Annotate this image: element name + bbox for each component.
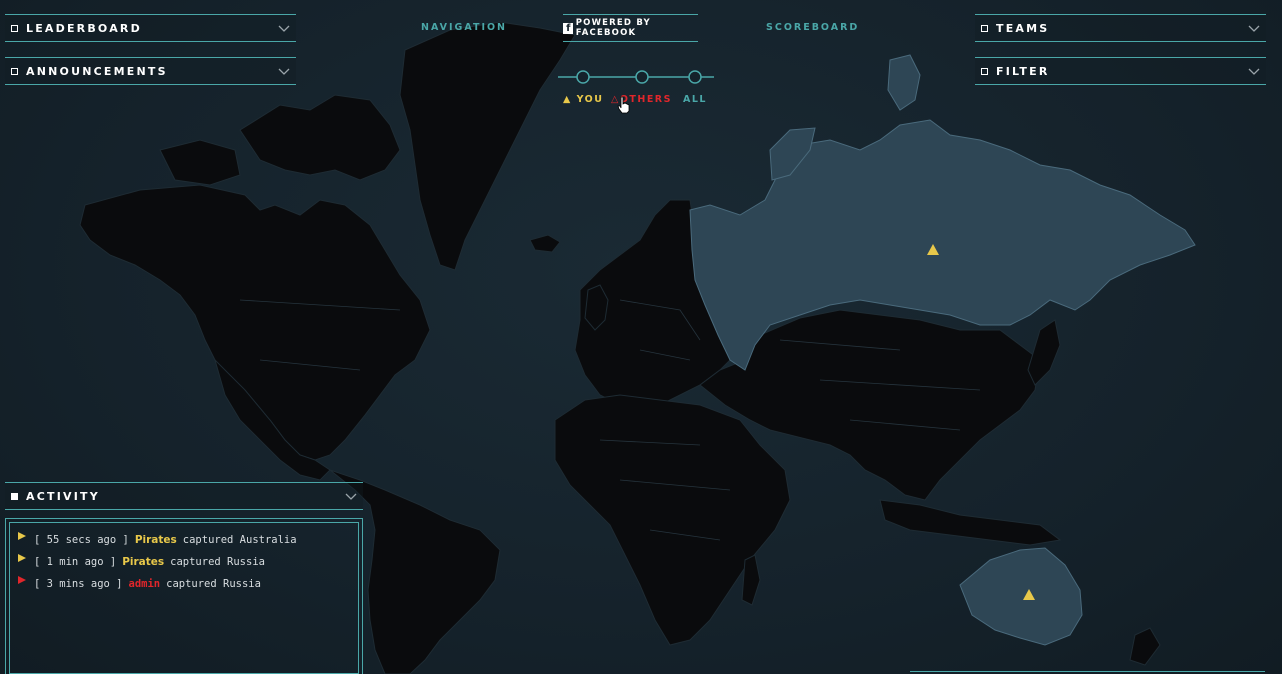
activity-entry: [ 1 min ago ] Pirates captured Russia: [18, 551, 350, 573]
activity-action: captured Australia: [182, 534, 297, 546]
region-iceland[interactable]: [529, 234, 561, 253]
chevron-down-icon[interactable]: [278, 65, 290, 77]
chevron-down-icon[interactable]: [278, 22, 290, 34]
triangle-icon[interactable]: [1023, 589, 1035, 600]
hand-cursor-icon: [617, 96, 630, 114]
teams-panel-header[interactable]: TEAMS: [975, 14, 1266, 42]
region-indonesia[interactable]: [879, 499, 1062, 546]
teams-label: TEAMS: [996, 21, 1050, 35]
activity-list[interactable]: [ 55 secs ago ] Pirates captured Austral…: [9, 522, 359, 674]
leaderboard-panel-header[interactable]: LEADERBOARD: [5, 14, 296, 42]
region-africa[interactable]: [554, 394, 791, 646]
triangle-icon[interactable]: [927, 244, 939, 255]
square-icon: [981, 24, 988, 32]
activity-entry: [ 55 secs ago ] Pirates captured Austral…: [18, 529, 350, 551]
view-toggle-all[interactable]: [688, 70, 702, 84]
filter-panel-header[interactable]: FILTER: [975, 57, 1266, 85]
activity-entry: [ 3 mins ago ] admin captured Russia: [18, 573, 350, 595]
region-madagascar[interactable]: [741, 554, 761, 606]
activity-time: [ 1 min ago ]: [34, 556, 117, 568]
square-icon: [11, 24, 18, 32]
activity-time: [ 3 mins ago ]: [34, 578, 123, 590]
divider: [910, 671, 1265, 672]
region-arctic-islands[interactable]: [239, 94, 401, 181]
chevron-down-icon[interactable]: [345, 490, 357, 502]
view-you-label: YOU: [576, 94, 604, 105]
activity-action: captured Russia: [170, 556, 265, 568]
region-greenland[interactable]: [399, 21, 576, 271]
region-new-zealand[interactable]: [1129, 627, 1161, 666]
region-arctic-west[interactable]: [159, 139, 241, 186]
activity-team[interactable]: Pirates: [135, 534, 177, 546]
view-toggle-others[interactable]: [635, 70, 649, 84]
activity-action: captured Russia: [166, 578, 261, 590]
activity-feed: [ 55 secs ago ] Pirates captured Austral…: [5, 518, 363, 674]
game-stage: LEADERBOARD ANNOUNCEMENTS TEAMS FILTER N…: [0, 0, 1282, 674]
square-icon: [11, 492, 18, 500]
announcements-panel-header[interactable]: ANNOUNCEMENTS: [5, 57, 296, 85]
scoreboard-link[interactable]: SCOREBOARD: [766, 22, 859, 33]
chevron-down-icon[interactable]: [1248, 22, 1260, 34]
view-toggle-labels: ▲ YOU △OTHERS ALL: [563, 94, 707, 105]
region-japan[interactable]: [1027, 319, 1061, 386]
view-all-label: ALL: [683, 94, 707, 105]
powered-by-label: POWERED BY FACEBOOK: [575, 18, 651, 38]
square-icon: [11, 67, 18, 75]
activity-time: [ 55 secs ago ]: [34, 534, 129, 546]
powered-by-facebook[interactable]: f POWERED BY FACEBOOK: [563, 14, 698, 42]
play-icon: [18, 554, 26, 562]
region-australia[interactable]: [959, 547, 1083, 646]
view-toggle-you[interactable]: [576, 70, 590, 84]
chevron-down-icon[interactable]: [1248, 65, 1260, 77]
play-icon: [18, 532, 26, 540]
facebook-icon: f: [563, 22, 573, 34]
square-icon: [981, 67, 988, 75]
filter-label: FILTER: [996, 64, 1050, 78]
region-russia-islands[interactable]: [887, 54, 921, 111]
play-icon: [18, 576, 26, 584]
view-toggle-slider[interactable]: [558, 66, 714, 88]
view-all-option[interactable]: ALL: [683, 94, 707, 105]
activity-panel-header[interactable]: ACTIVITY: [5, 482, 363, 510]
activity-team[interactable]: admin: [129, 578, 161, 590]
leaderboard-label: LEADERBOARD: [26, 21, 142, 35]
activity-label: ACTIVITY: [26, 489, 100, 503]
activity-team[interactable]: Pirates: [122, 556, 164, 568]
view-you-option[interactable]: ▲ YOU: [563, 94, 611, 105]
navigation-link[interactable]: NAVIGATION: [421, 22, 507, 33]
announcements-label: ANNOUNCEMENTS: [26, 64, 168, 78]
